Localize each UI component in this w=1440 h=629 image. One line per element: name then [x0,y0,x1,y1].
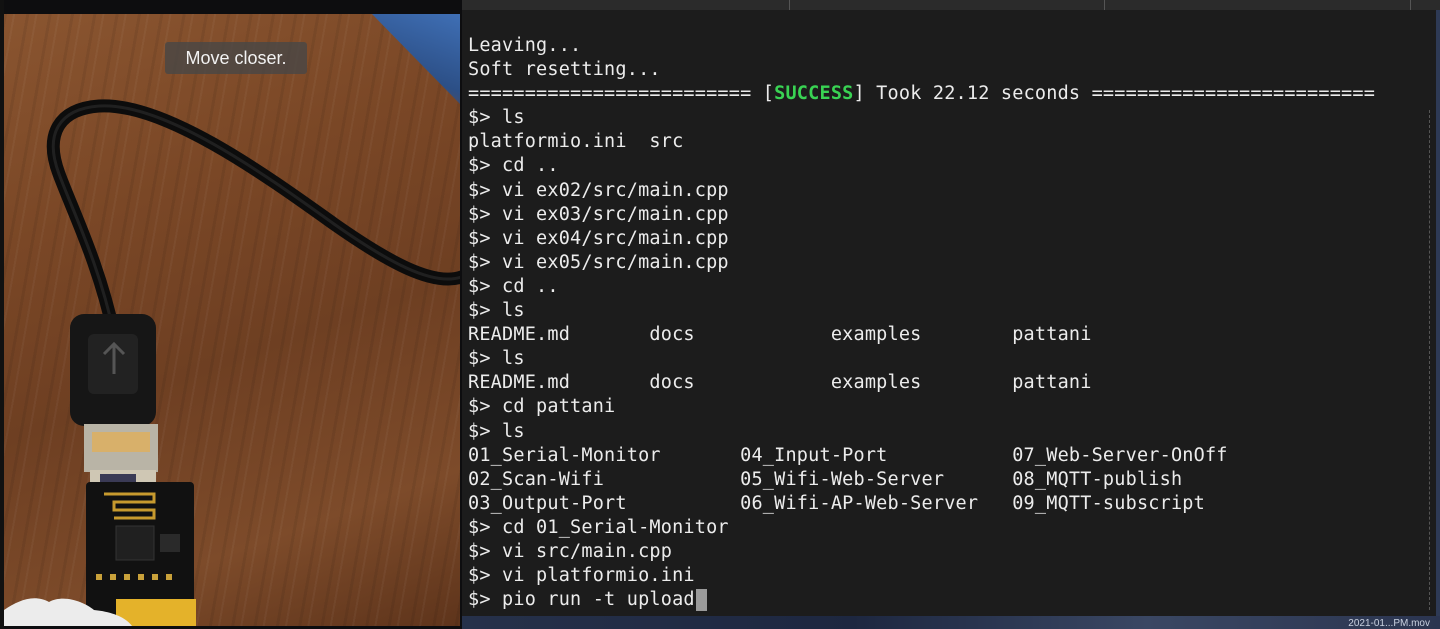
terminal-line: $> cd 01_Serial-Monitor [468,516,1375,540]
success-status: SUCCESS [774,83,854,105]
terminal-line-text: Leaving... [468,35,582,56]
usb-cable [46,99,460,341]
terminal-line: 03_Output-Port 06_Wifi-AP-Web-Server 09_… [468,492,1375,516]
terminal-line-text: $> vi platformio.ini [468,565,695,587]
terminal-line: 02_Scan-Wifi 05_Wifi-Web-Server 08_MQTT-… [468,468,1375,492]
terminal-line-text: 02_Scan-Wifi 05_Wifi-Web-Server 08_MQTT-… [468,468,1183,490]
terminal-line: platformio.ini src [468,130,1375,154]
terminal-line-text: $> vi ex05/src/main.cpp [468,251,729,273]
terminal-line-text: $> cd .. [468,155,559,177]
terminal-line: ========================= [SUCCESS] Took… [468,82,1375,106]
terminal-line-text: $> vi ex02/src/main.cpp [468,179,729,201]
terminal-line-text: $> cd .. [468,275,559,297]
terminal-line: $> ls [468,106,1375,130]
terminal-line: $> cd pattani [468,395,1375,419]
terminal-line-text: $> cd pattani [468,396,616,418]
terminal-line: Leaving... [468,34,1375,58]
terminal-line-text: $> vi src/main.cpp [468,540,673,562]
terminal-line-text: $> pio run -t upload [468,589,695,611]
terminal-output: Leaving... Soft resetting... =============… [468,34,1375,612]
terminal-line: README.md docs examples pattani [468,371,1375,395]
terminal-line-text: $> vi ex04/src/main.cpp [468,227,729,249]
camera-hint-toast: Move closer. [165,42,307,74]
terminal-line: $> vi ex05/src/main.cpp [468,251,1375,275]
terminal-line: $> ls [468,420,1375,444]
terminal-line: 01_Serial-Monitor 04_Input-Port 07_Web-S… [468,444,1375,468]
terminal-line-text: README.md docs examples pattani [468,324,1092,346]
camera-feed: Move closer. [4,14,460,626]
terminal-line-text: Soft resetting... [468,59,661,81]
desktop-file-label[interactable]: 2021-01...PM.mov [1348,618,1430,629]
terminal-line: $> cd .. [468,275,1375,299]
desktop-edge [1436,10,1440,616]
terminal-window[interactable]: Leaving... Soft resetting... =============… [462,10,1436,616]
terminal-line-text: $> ls [468,107,525,129]
terminal-line-text: 03_Output-Port 06_Wifi-AP-Web-Server 09_… [468,492,1205,514]
terminal-scrollbar[interactable] [1428,110,1430,610]
terminal-line-text: ========================= [ [468,83,775,105]
terminal-line: $> vi ex04/src/main.cpp [468,227,1375,251]
terminal-prompt-line: $> pio run -t upload [468,588,1375,612]
terminal-line: $> cd .. [468,154,1375,178]
terminal-line: $> vi ex03/src/main.cpp [468,203,1375,227]
desktop-wallpaper [462,616,1440,629]
terminal-line: $> vi ex02/src/main.cpp [468,179,1375,203]
terminal-line: $> ls [468,347,1375,371]
terminal-line: $> ls [468,299,1375,323]
terminal-line-text: $> ls [468,348,525,370]
terminal-line: README.md docs examples pattani [468,323,1375,347]
usb-adapter-photo [4,99,460,626]
text-cursor [695,589,707,612]
terminal-line-text: $> vi ex03/src/main.cpp [468,203,729,225]
terminal-line-text: README.md docs examples pattani [468,372,1092,394]
terminal-line: $> vi src/main.cpp [468,540,1375,564]
terminal-line: $> vi platformio.ini [468,564,1375,588]
terminal-line-text: 01_Serial-Monitor 04_Input-Port 07_Web-S… [468,444,1228,466]
terminal-line-text: $> ls [468,300,525,322]
terminal-line-text: $> ls [468,420,525,442]
terminal-line: Soft resetting... [468,58,1375,82]
terminal-line-text: $> cd 01_Serial-Monitor [468,516,729,538]
terminal-line-text: ] Took 22.12 seconds ===================… [853,83,1376,105]
terminal-line-text: platformio.ini src [468,131,684,153]
